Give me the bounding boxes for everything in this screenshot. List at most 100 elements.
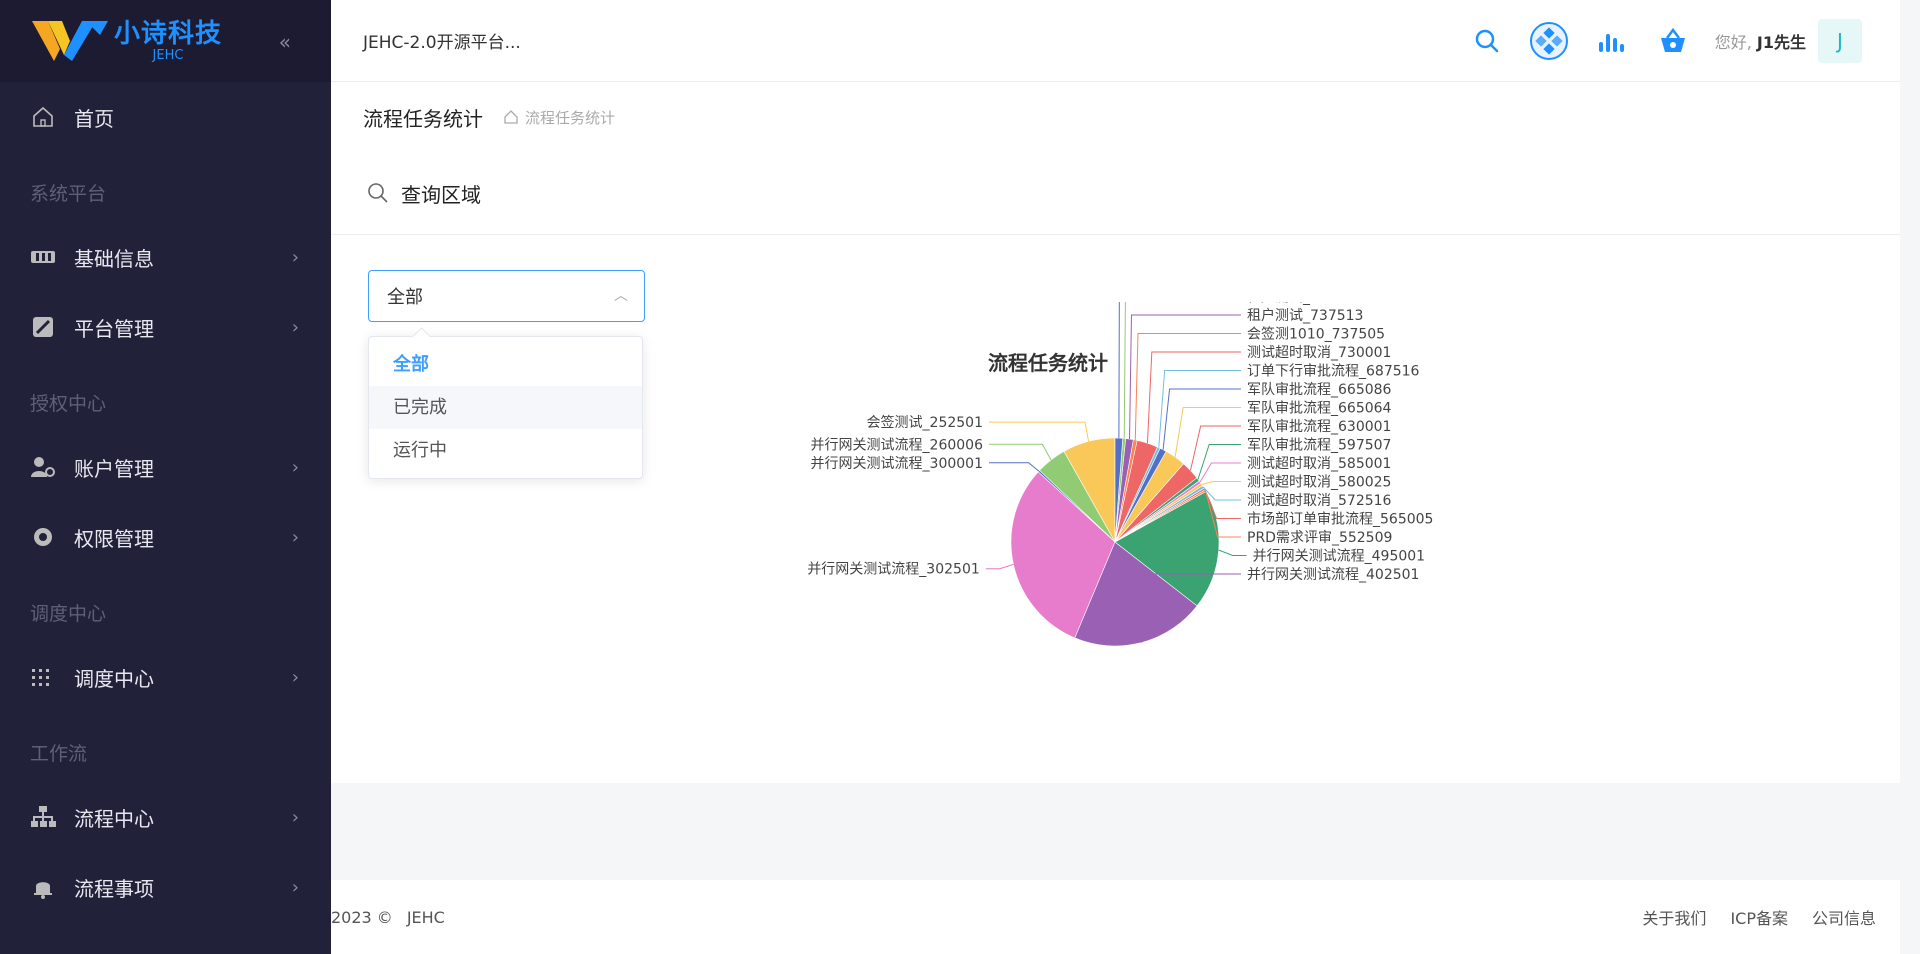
top-header: JEHC-2.0开源平台... 您好, J1先生 J — [331, 0, 1900, 82]
stats-icon[interactable] — [1591, 21, 1631, 61]
status-dropdown: 全部 已完成 运行中 — [368, 336, 643, 479]
home-icon — [30, 104, 56, 130]
slice-label: 并行网关测试流程_302501 — [807, 562, 979, 578]
label-line — [985, 563, 1014, 570]
slice-label: 会签测试_252501 — [867, 414, 983, 431]
slice-label: 军队审批流程_630001 — [1247, 419, 1391, 435]
basket-icon[interactable] — [1653, 21, 1693, 61]
status-option-completed[interactable]: 已完成 — [369, 386, 642, 429]
app-name[interactable]: JEHC-2.0开源平台... — [363, 28, 521, 53]
search-icon[interactable] — [1467, 21, 1507, 61]
label-line — [989, 443, 1052, 461]
status-option-all[interactable]: 全部 — [369, 343, 642, 386]
slice-label: 并行网关测试流程_260006 — [811, 437, 984, 453]
label-line — [1174, 407, 1241, 458]
brand-sub: JEHC — [152, 48, 184, 63]
user-name[interactable]: J1先生 — [1757, 33, 1806, 52]
slice-label: 军队审批流程_665086 — [1247, 382, 1392, 398]
footer-link-about[interactable]: 关于我们 — [1642, 905, 1706, 929]
footer-company[interactable]: JEHC — [407, 908, 445, 927]
greeting-prefix: 您好, — [1714, 32, 1752, 52]
platform-icon — [30, 314, 56, 340]
sidebar: 小诗科技 JEHC « 首页 系统平台 基础信息 › 平台管理 › 授权中心 账户管理 › 权限管… — [0, 0, 331, 954]
grid-dots-icon — [30, 664, 56, 690]
apps-icon[interactable] — [1529, 21, 1569, 61]
sidebar-group-label: 调度中心 — [30, 603, 107, 625]
slice-label: 会签测1010_737505 — [1247, 326, 1385, 343]
label-line — [1162, 388, 1241, 450]
sidebar-item[interactable]: 首页 — [0, 82, 331, 152]
sidebar-item-label: 流程事项 — [74, 876, 154, 901]
breadcrumb-bar: 流程任务统计 流程任务统计 — [331, 82, 1900, 152]
slice-label: 市场部订单审批流程_565005 — [1247, 511, 1433, 528]
slice-label: 并行网关测试流程_402501 — [1247, 567, 1419, 583]
chevron-right-icon: › — [291, 526, 299, 548]
query-title: 查询区域 — [401, 182, 481, 207]
sidebar-item-label: 账户管理 — [74, 456, 154, 481]
page-title: 流程任务统计 — [363, 106, 483, 131]
chevron-right-icon: › — [291, 246, 299, 268]
sidebar-item[interactable]: 平台管理 › — [0, 292, 331, 362]
slice-label: PRD需求评审_552509 — [1247, 530, 1392, 546]
slice-label: 并行网关测试流程_495001 — [1253, 549, 1425, 565]
breadcrumb: 流程任务统计 — [503, 107, 615, 128]
search-icon — [368, 183, 388, 203]
slice-label: 测试超时取消_730001 — [1247, 345, 1391, 361]
label-line — [989, 421, 1090, 442]
sidebar-item-label: 首页 — [74, 106, 114, 131]
label-line — [1199, 462, 1241, 483]
slice-label: 并行网关测试流程_300001 — [811, 456, 983, 472]
logo: 小诗科技 JEHC « — [0, 0, 331, 82]
chevron-right-icon: › — [291, 806, 299, 828]
copyright-year: 2023 © — [331, 907, 393, 927]
label-line — [1134, 333, 1241, 441]
bell-icon — [30, 874, 56, 900]
sidebar-item-label: 权限管理 — [74, 526, 154, 551]
slice-label: 订单下行审批流程_687516 — [1247, 364, 1420, 380]
sidebar-item[interactable]: 基础信息 › — [0, 222, 331, 292]
user-greeting: 您好, J1先生 — [1715, 29, 1806, 53]
label-line — [1201, 481, 1241, 485]
sidebar-item[interactable]: 流程事项 › — [0, 852, 331, 922]
breadcrumb-item[interactable]: 流程任务统计 — [525, 107, 615, 128]
chevron-right-icon: › — [291, 666, 299, 688]
label-line — [1146, 351, 1241, 444]
sidebar-item[interactable]: 流程中心 › — [0, 782, 331, 852]
home-icon — [504, 110, 518, 124]
collapse-sidebar-icon[interactable]: « — [279, 30, 291, 54]
query-card: 查询区域 流程任务统计租户测试_737549租户测试_737517租户测试_73… — [331, 152, 1900, 783]
sidebar-item[interactable]: 调度中心 › — [0, 642, 331, 712]
org-chart-icon — [30, 804, 56, 830]
chevron-right-icon: › — [291, 456, 299, 478]
sidebar-group-label: 授权中心 — [30, 393, 107, 415]
label-line — [1189, 425, 1241, 471]
sidebar-item-label: 调度中心 — [74, 666, 154, 691]
sidebar-nav: 首页 系统平台 基础信息 › 平台管理 › 授权中心 账户管理 › 权限管理 › 调度中心 调度中心 › 工… — [0, 82, 331, 922]
chevron-right-icon: › — [291, 316, 299, 338]
status-select-value: 全部 — [387, 287, 423, 308]
settings-gear-icon — [30, 524, 56, 550]
footer-link-company[interactable]: 公司信息 — [1812, 905, 1876, 929]
sidebar-item[interactable]: 账户管理 › — [0, 432, 331, 502]
status-option-running[interactable]: 运行中 — [369, 429, 642, 472]
sidebar-item-label: 基础信息 — [74, 246, 154, 271]
info-icon — [30, 244, 56, 270]
chart-title: 流程任务统计 — [988, 351, 1108, 375]
sidebar-group-label: 工作流 — [30, 743, 88, 765]
brand-logo-icon — [32, 21, 108, 61]
user-gear-icon — [30, 454, 56, 480]
footer-link-icp[interactable]: ICP备案 — [1730, 905, 1788, 929]
chevron-right-icon: › — [291, 876, 299, 898]
brand-name: 小诗科技 — [114, 19, 223, 49]
query-header: 查询区域 — [331, 152, 1900, 235]
footer: 2023 © JEHC 关于我们 ICP备案 公司信息 — [331, 880, 1900, 954]
slice-label: 测试超时取消_572516 — [1247, 493, 1392, 509]
slice-label: 测试超时取消_585001 — [1247, 456, 1391, 472]
sidebar-item[interactable]: 权限管理 › — [0, 502, 331, 572]
slice-label: 测试超时取消_580025 — [1247, 475, 1391, 491]
label-line — [1218, 549, 1247, 556]
sidebar-group-label: 系统平台 — [30, 183, 107, 205]
avatar[interactable]: J — [1818, 18, 1862, 63]
sidebar-item-label: 流程中心 — [74, 806, 154, 831]
status-select[interactable]: 全部 ︿ — [368, 270, 645, 322]
